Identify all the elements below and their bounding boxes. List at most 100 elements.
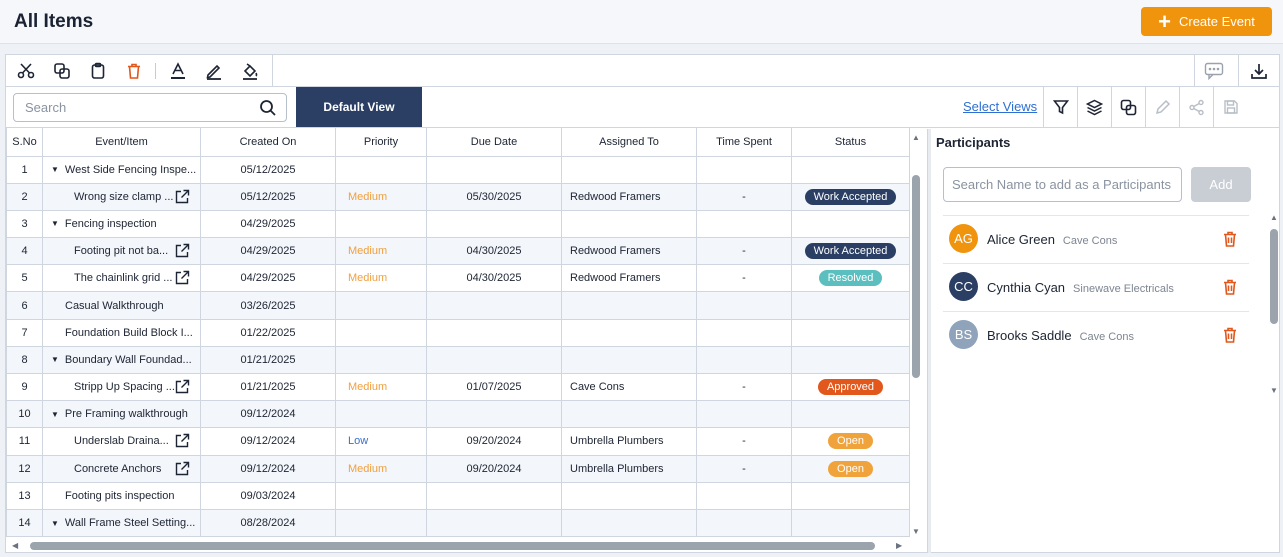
open-external-icon[interactable]: [174, 270, 190, 289]
data-grid: S.No Event/Item Created On Priority Due …: [6, 128, 926, 552]
table-row[interactable]: 13 Footing pits inspection 09/03/2024: [6, 481, 910, 510]
event-item-cell[interactable]: Foundation Build Block I...: [42, 318, 201, 347]
copy-icon[interactable]: [51, 60, 73, 82]
trash-icon[interactable]: [123, 60, 145, 82]
table-row[interactable]: 8 ▼ Boundary Wall Foundad... 01/21/2025: [6, 345, 910, 375]
status-cell: Work Accepted: [791, 182, 910, 211]
scroll-right-arrow[interactable]: ▶: [896, 541, 902, 550]
assigned-to-cell: [561, 155, 697, 184]
event-item-cell[interactable]: ▼ Boundary Wall Foundad...: [42, 345, 201, 375]
created-on-cell: 01/21/2025: [200, 372, 336, 402]
priority-cell: [335, 318, 427, 347]
remove-participant-icon[interactable]: [1221, 326, 1239, 349]
event-item-cell[interactable]: Underslab Draina...: [42, 427, 201, 456]
scissors-icon[interactable]: [15, 60, 37, 82]
participant-search-input[interactable]: [944, 168, 1181, 201]
comment-icon[interactable]: [1203, 60, 1225, 82]
participants-scrollbar-thumb[interactable]: [1270, 229, 1278, 324]
expand-caret-icon[interactable]: ▼: [51, 519, 59, 528]
expand-caret-icon[interactable]: ▼: [51, 355, 59, 364]
open-external-icon[interactable]: [174, 461, 190, 480]
table-row[interactable]: 10 ▼ Pre Framing walkthrough 09/12/2024: [6, 400, 910, 429]
event-item-cell[interactable]: Wrong size clamp ...: [42, 182, 201, 211]
default-view-button[interactable]: Default View: [296, 87, 422, 127]
due-date-cell: 05/30/2025: [426, 182, 562, 211]
column-header-assigned-to[interactable]: Assigned To: [561, 128, 697, 157]
edit-icon[interactable]: [1145, 87, 1179, 127]
share-icon[interactable]: [1179, 87, 1213, 127]
table-row[interactable]: 7 Foundation Build Block I... 01/22/2025: [6, 318, 910, 347]
created-on-cell: 01/22/2025: [200, 318, 336, 347]
open-external-icon[interactable]: [174, 243, 190, 262]
filter-icon[interactable]: [1043, 87, 1077, 127]
event-item-cell[interactable]: The chainlink grid ...: [42, 264, 201, 293]
search-input[interactable]: [14, 94, 244, 121]
created-on-cell: 01/21/2025: [200, 345, 336, 375]
scroll-left-arrow[interactable]: ◀: [12, 541, 18, 550]
panel-splitter[interactable]: [927, 129, 931, 553]
vertical-scrollbar-thumb[interactable]: [912, 175, 920, 378]
save-icon[interactable]: [1213, 87, 1247, 127]
column-header-event-item[interactable]: Event/Item: [42, 128, 201, 157]
open-external-icon[interactable]: [174, 433, 190, 452]
table-row[interactable]: 6 Casual Walkthrough 03/26/2025: [6, 291, 910, 320]
priority-cell: Medium: [335, 372, 427, 402]
select-views-link[interactable]: Select Views: [963, 99, 1037, 114]
assigned-to-cell: Redwood Framers: [561, 264, 697, 293]
participant-company: Sinewave Electricals: [1073, 283, 1174, 295]
expand-caret-icon[interactable]: ▼: [51, 219, 59, 228]
sno-cell: 13: [6, 481, 43, 510]
assigned-to-cell: Umbrella Plumbers: [561, 454, 697, 483]
participants-scroll-down-arrow[interactable]: ▼: [1270, 386, 1278, 395]
table-row[interactable]: 3 ▼ Fencing inspection 04/29/2025: [6, 209, 910, 239]
open-external-icon[interactable]: [174, 189, 190, 208]
create-event-button[interactable]: + Create Event: [1141, 7, 1272, 36]
event-item-cell[interactable]: Footing pit not ba...: [42, 237, 201, 266]
event-item-cell[interactable]: ▼ Pre Framing walkthrough: [42, 400, 201, 429]
scroll-up-arrow[interactable]: ▲: [912, 133, 920, 142]
table-row[interactable]: 2 Wrong size clamp ... 05/12/2025 Medium 05/…: [6, 182, 910, 211]
table-row[interactable]: 12 Concrete Anchors 09/12/2024 Medium 09/20/…: [6, 454, 910, 483]
column-header-sno[interactable]: S.No: [6, 128, 43, 157]
column-header-status[interactable]: Status: [791, 128, 910, 157]
pen-icon[interactable]: [203, 60, 225, 82]
due-date-cell: 01/07/2025: [426, 372, 562, 402]
table-row[interactable]: 11 Underslab Draina... 09/12/2024 Low 09/20/…: [6, 427, 910, 456]
duplicate-icon[interactable]: [1111, 87, 1145, 127]
avatar: AG: [949, 224, 978, 253]
horizontal-scrollbar-thumb[interactable]: [30, 542, 875, 550]
expand-caret-icon[interactable]: ▼: [51, 410, 59, 419]
sno-cell: 2: [6, 182, 43, 211]
column-header-due-date[interactable]: Due Date: [426, 128, 562, 157]
event-item-name: Casual Walkthrough: [65, 299, 164, 312]
event-item-cell[interactable]: Concrete Anchors: [42, 454, 201, 483]
column-header-priority[interactable]: Priority: [335, 128, 427, 157]
add-participant-button[interactable]: Add: [1191, 167, 1251, 202]
layers-icon[interactable]: [1077, 87, 1111, 127]
event-item-cell[interactable]: ▼ Fencing inspection: [42, 209, 201, 239]
scroll-down-arrow[interactable]: ▼: [912, 527, 920, 536]
clipboard-icon[interactable]: [87, 60, 109, 82]
column-header-created-on[interactable]: Created On: [200, 128, 336, 157]
table-row[interactable]: 14 ▼ Wall Frame Steel Setting... 08/28/2024: [6, 508, 910, 538]
table-row[interactable]: 9 Stripp Up Spacing ... 01/21/2025 Medium 01…: [6, 372, 910, 402]
open-external-icon[interactable]: [174, 379, 190, 398]
event-item-cell[interactable]: ▼ West Side Fencing Inspe...: [42, 155, 201, 184]
table-row[interactable]: 1 ▼ West Side Fencing Inspe... 05/12/2025: [6, 155, 910, 184]
search-icon[interactable]: [259, 99, 277, 122]
participants-panel: Participants Add AG Alice Green Cave Cons C…: [935, 129, 1279, 553]
font-color-icon[interactable]: [167, 60, 189, 82]
fill-color-icon[interactable]: [239, 60, 261, 82]
remove-participant-icon[interactable]: [1221, 230, 1239, 253]
event-item-cell[interactable]: Stripp Up Spacing ...: [42, 372, 201, 402]
table-row[interactable]: 5 The chainlink grid ... 04/29/2025 Medium 0…: [6, 264, 910, 293]
expand-caret-icon[interactable]: ▼: [51, 165, 59, 174]
event-item-cell[interactable]: ▼ Wall Frame Steel Setting...: [42, 508, 201, 538]
table-row[interactable]: 4 Footing pit not ba... 04/29/2025 Medium 04…: [6, 237, 910, 266]
event-item-cell[interactable]: Casual Walkthrough: [42, 291, 201, 320]
event-item-cell[interactable]: Footing pits inspection: [42, 481, 201, 510]
participants-scroll-up-arrow[interactable]: ▲: [1270, 213, 1278, 222]
remove-participant-icon[interactable]: [1221, 278, 1239, 301]
column-header-time-spent[interactable]: Time Spent: [696, 128, 792, 157]
download-icon[interactable]: [1248, 60, 1270, 82]
